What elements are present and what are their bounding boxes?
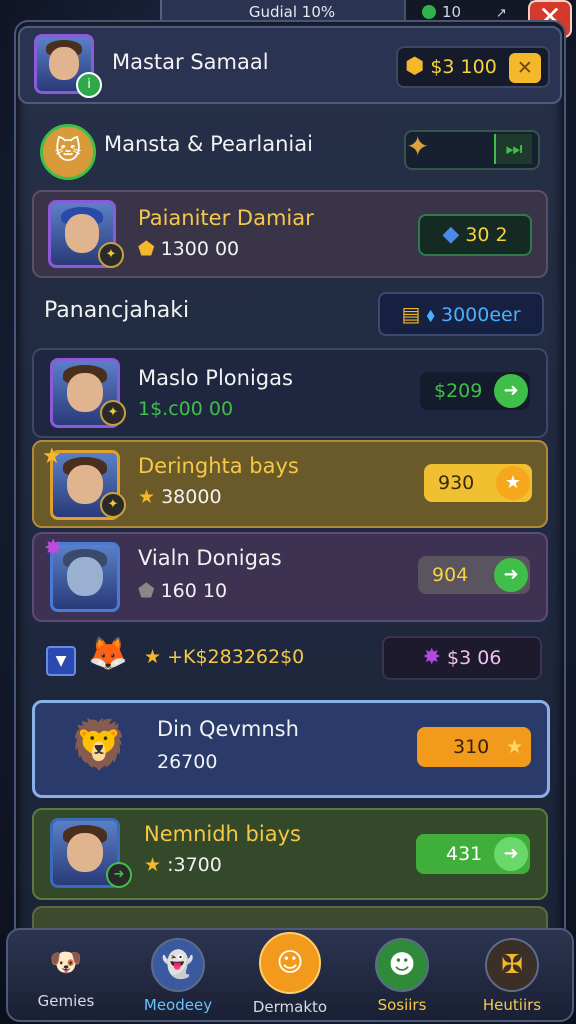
go-button[interactable]: ➜	[494, 558, 528, 592]
filter-value: ★ +K$283262$0	[144, 646, 305, 668]
item-name: Nemnidh biays	[144, 822, 301, 846]
featured-card[interactable]: ✦ Paianiter Damiar ⬟ 1300 00 ◆ 30 2	[32, 190, 548, 278]
profile-bar: i Mastar Samaal ⬢ $3 100 ✕	[18, 26, 562, 104]
nav-social[interactable]: ☻ Sosiirs	[350, 936, 454, 1016]
dropdown-toggle[interactable]: ▼	[46, 646, 76, 676]
item-price[interactable]: 431 ➜	[416, 834, 530, 874]
nav-heroes-shop[interactable]: ✠ Heutiirs	[460, 936, 564, 1016]
star-icon: ★	[505, 736, 523, 758]
bottom-nav: 🐶 Gemies 👻 Meodeey ☺ Dermakto ☻ Sosiirs …	[6, 928, 574, 1022]
currency-pill: ⬢ $3 100 ✕	[396, 46, 550, 88]
item-price[interactable]: 904 ➜	[418, 556, 530, 594]
gold-pile-icon: ⬢	[405, 54, 425, 79]
cube-icon: ◆	[442, 222, 460, 247]
list-item[interactable]: ✸ Vialn Donigas ⬟ 160 10 904 ➜	[32, 532, 548, 622]
list-item[interactable]: ✦ Maslo Plonigas 1$.c00 00 $209 ➜	[32, 348, 548, 438]
trophy-icon: ✠	[485, 938, 539, 992]
item-value: ⬟ 160 10	[138, 580, 228, 602]
featured-value: ⬟ 1300 00	[138, 238, 240, 260]
rank-badge: ✦	[100, 400, 126, 426]
star-icon: ★	[144, 646, 162, 668]
level-badge: i	[76, 72, 102, 98]
item-name: Deringhta bays	[138, 454, 299, 478]
go-button[interactable]: ➜	[494, 837, 528, 871]
selected-card[interactable]: 🦁 Din Qevmnsh 26700 310 ★	[32, 700, 550, 798]
rank-badge: ➜	[106, 862, 132, 888]
nav-heroes[interactable]: 👻 Meodeey	[126, 936, 230, 1016]
star-icon: ★	[144, 854, 162, 876]
item-value: 1$.c00 00	[138, 398, 234, 420]
rank-badge: ✦	[100, 492, 126, 518]
dragon-icon: 🦁	[69, 717, 129, 773]
item-value: ★ :3700	[144, 854, 222, 876]
social-icon: ☻	[375, 938, 429, 992]
filter-price[interactable]: ✸ $3 06	[382, 636, 542, 680]
gem-icon: ✸	[44, 536, 63, 561]
shield-icon: ⬟	[138, 580, 155, 602]
nav-market[interactable]: ☺ Dermakto	[238, 932, 342, 1016]
star-icon: ★	[42, 444, 62, 469]
shield-icon: ⬟	[138, 238, 155, 260]
star-icon: ★	[138, 486, 156, 508]
item-price[interactable]: 930 ★	[424, 464, 532, 502]
profile-name: Mastar Samaal	[112, 50, 269, 74]
pet-icon: 🦊	[88, 634, 128, 672]
selected-price[interactable]: 310 ★	[417, 727, 531, 767]
pet-icon: 🐱	[40, 124, 96, 180]
gold-bars-icon: ▤	[401, 302, 421, 326]
crystal-icon: ✸	[422, 645, 441, 670]
featured-price[interactable]: ◆ 30 2	[418, 214, 532, 256]
nav-games[interactable]: 🐶 Gemies	[14, 936, 118, 1016]
team-header: 🐱 Mansta & Pearlaniai ✦ ⏭	[34, 118, 546, 180]
item-price[interactable]: $209 ➜	[420, 372, 530, 410]
section-pill: ▤ ⬧ 3000eer	[378, 292, 544, 336]
go-button[interactable]: ➜	[494, 374, 528, 408]
arrow-icon: ↗	[495, 6, 507, 21]
add-currency-icon[interactable]: ✕	[508, 52, 541, 83]
team-title: Mansta & Pearlaniai	[104, 132, 313, 156]
smile-icon: ☺	[259, 932, 321, 994]
featured-name: Paianiter Damiar	[138, 206, 314, 230]
dog-icon: 🐶	[49, 948, 83, 978]
filter-row: ▼ 🦊 ★ +K$283262$0 ✸ $3 06	[32, 630, 544, 686]
ghost-icon: 👻	[151, 938, 205, 992]
bird-icon: ✦	[406, 130, 430, 163]
rank-badge: ✦	[98, 242, 124, 268]
list-item[interactable]: ★ ✦ Deringhta bays ★ 38000 930 ★	[32, 440, 548, 528]
next-button[interactable]: ⏭	[494, 134, 532, 164]
section-title: Panancjahaki	[44, 298, 190, 323]
go-button[interactable]: ★	[496, 466, 530, 500]
selected-value: 26700	[157, 751, 218, 773]
item-name: Maslo Plonigas	[138, 366, 293, 390]
item-name: Vialn Donigas	[138, 546, 282, 570]
list-item[interactable]: ➜ Nemnidh biays ★ :3700 431 ➜	[32, 808, 548, 900]
item-value: ★ 38000	[138, 486, 222, 508]
gem-icon	[422, 5, 436, 19]
team-status-pill: ✦ ⏭	[404, 130, 540, 170]
selected-name: Din Qevmnsh	[157, 717, 299, 741]
shard-icon: ⬧	[426, 304, 435, 326]
